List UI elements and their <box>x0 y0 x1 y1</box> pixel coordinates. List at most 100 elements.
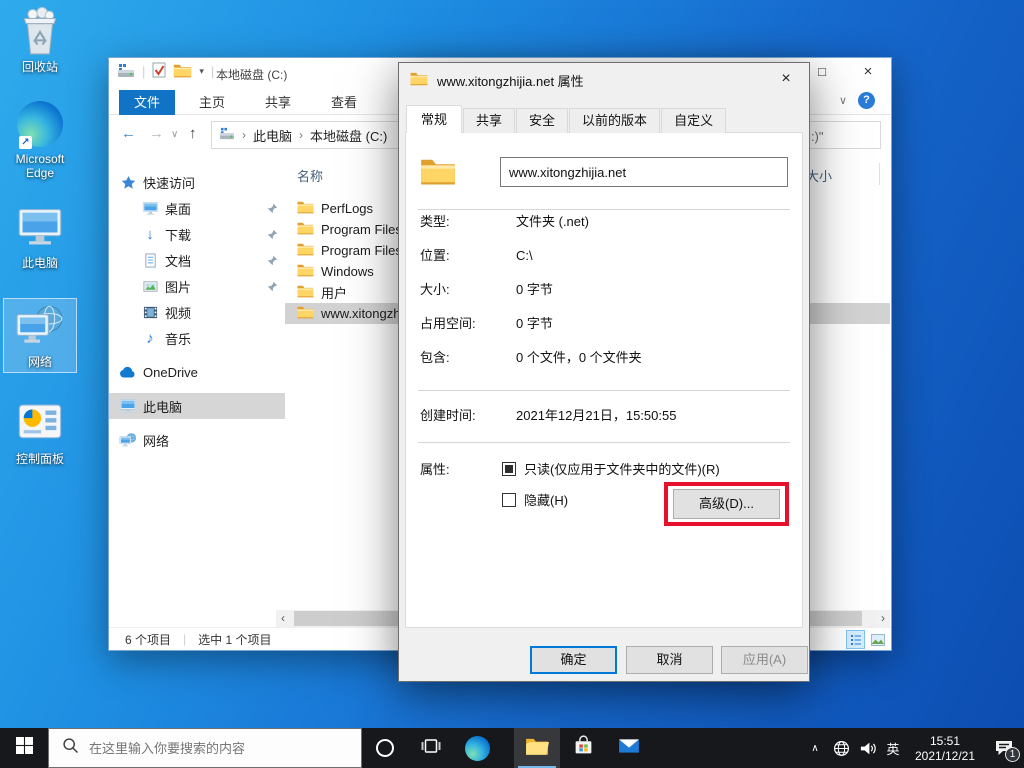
readonly-label: 只读(仅应用于文件夹中的文件)(R) <box>524 462 720 477</box>
desktop-icon-label: 此电脑 <box>21 256 58 270</box>
folder-name-field[interactable] <box>500 157 788 187</box>
download-arrow-icon: ↓ <box>146 225 154 243</box>
taskbar-explorer-button[interactable] <box>514 728 560 768</box>
new-folder-icon[interactable] <box>173 63 192 81</box>
cortana-button[interactable] <box>362 728 408 768</box>
history-dropdown-icon[interactable]: ∨ <box>171 129 178 140</box>
annotation-highlight-box <box>664 482 789 526</box>
close-button[interactable]: × <box>845 58 891 86</box>
scroll-right-icon[interactable]: › <box>881 611 885 626</box>
column-header-name[interactable]: 名称 <box>297 166 323 185</box>
sidebar-item-desktop[interactable]: 桌面 <box>109 195 285 221</box>
tab-view[interactable]: 查看 <box>331 90 357 115</box>
scroll-left-icon[interactable]: ‹ <box>281 611 285 626</box>
taskbar-edge-button[interactable] <box>454 728 500 768</box>
desktop-icon-label: 控制面板 <box>15 452 64 466</box>
breadcrumb-separator: › <box>299 128 304 142</box>
pin-icon <box>267 254 278 269</box>
action-center-button[interactable]: 1 <box>984 728 1024 768</box>
taskbar-mail-button[interactable] <box>606 728 652 768</box>
cortana-icon <box>376 739 394 757</box>
taskbar-search-input[interactable] <box>89 740 329 756</box>
info-row-location: 位置: C:\ <box>420 248 533 263</box>
task-view-button[interactable] <box>408 728 454 768</box>
hidden-checkbox[interactable] <box>502 493 516 507</box>
sidebar-item-this-pc[interactable]: 此电脑 <box>109 393 285 419</box>
cloud-icon <box>119 363 137 381</box>
taskbar-clock[interactable]: 15:51 2021/12/21 <box>906 733 984 764</box>
file-explorer-icon <box>525 736 549 761</box>
selected-count: 选中 1 个项目 <box>198 632 272 647</box>
help-icon[interactable]: ? <box>858 92 875 109</box>
dialog-close-button[interactable]: × <box>764 64 808 94</box>
tab-home[interactable]: 主页 <box>199 90 225 115</box>
info-row-contains: 包含: 0 个文件，0 个文件夹 <box>420 350 642 365</box>
sidebar-item-network[interactable]: 网络 <box>109 427 285 453</box>
sidebar-item-onedrive[interactable]: OneDrive <box>109 359 285 385</box>
details-view-button[interactable] <box>846 630 865 649</box>
sidebar-item-videos[interactable]: 视频 <box>109 299 285 325</box>
tab-security[interactable]: 安全 <box>516 108 569 133</box>
desktop-icon-network[interactable]: 网络 <box>3 298 77 373</box>
toolbar-divider: | <box>142 64 146 79</box>
desktop-icon-this-pc[interactable]: 此电脑 <box>3 200 77 273</box>
tab-sharing[interactable]: 共享 <box>463 108 516 133</box>
mail-icon <box>618 737 640 760</box>
folder-icon <box>297 305 314 322</box>
sidebar-item-documents[interactable]: 文档 <box>109 247 285 273</box>
forward-icon[interactable]: → <box>149 125 164 142</box>
sidebar-item-downloads[interactable]: ↓ 下载 <box>109 221 285 247</box>
info-row-size: 大小: 0 字节 <box>420 282 553 297</box>
windows-logo-icon <box>16 737 33 759</box>
ribbon-collapse-icon[interactable]: ∨ <box>839 94 847 107</box>
taskbar-store-button[interactable] <box>560 728 606 768</box>
up-icon[interactable]: ↑ <box>189 125 197 142</box>
readonly-checkbox[interactable] <box>502 462 516 476</box>
info-row-size-on-disk: 占用空间: 0 字节 <box>420 316 553 331</box>
network-mini-icon <box>119 431 137 449</box>
search-icon <box>62 737 79 759</box>
dialog-titlebar: www.xitongzhijia.net 属性 <box>399 63 809 97</box>
tray-expand-icon[interactable]: ∧ <box>802 728 828 768</box>
tab-file[interactable]: 文件 <box>119 90 175 115</box>
folder-icon <box>297 221 314 238</box>
this-pc-icon <box>16 206 64 251</box>
folder-icon <box>297 200 314 217</box>
sidebar-item-quick-access[interactable]: 快速访问 <box>109 169 285 195</box>
desktop-icon-label: Microsoft Edge <box>15 152 65 180</box>
window-title: 本地磁盘 (C:) <box>216 68 288 82</box>
thumbnail-view-button[interactable] <box>868 630 887 649</box>
taskbar-search[interactable] <box>48 728 362 768</box>
pin-icon <box>267 228 278 243</box>
tab-previous-versions[interactable]: 以前的版本 <box>569 108 661 133</box>
tab-general[interactable]: 常规 <box>406 105 463 133</box>
breadcrumb-this-pc[interactable]: 此电脑 <box>253 126 292 145</box>
clock-time: 15:51 <box>929 733 961 748</box>
volume-icon[interactable] <box>854 728 880 768</box>
sidebar-item-pictures[interactable]: 图片 <box>109 273 285 299</box>
network-status-icon[interactable] <box>828 728 854 768</box>
toolbar-divider: | <box>210 64 215 79</box>
music-note-icon: ♪ <box>146 329 154 347</box>
pin-icon <box>267 202 278 217</box>
drive-icon <box>117 63 135 81</box>
system-tray: ∧ 英 15:51 2021/12/21 1 <box>802 728 1024 768</box>
separator <box>418 390 790 391</box>
cancel-button[interactable]: 取消 <box>626 646 713 674</box>
ok-button[interactable]: 确定 <box>530 646 617 674</box>
ime-indicator[interactable]: 英 <box>880 728 906 768</box>
qat-customize-icon[interactable]: ▾ <box>199 66 204 77</box>
tab-share[interactable]: 共享 <box>265 90 291 115</box>
status-divider: | <box>183 632 187 646</box>
back-icon[interactable]: ← <box>121 125 136 142</box>
properties-icon[interactable] <box>152 62 166 81</box>
breadcrumb-local-disk[interactable]: 本地磁盘 (C:) <box>310 126 387 145</box>
navigation-pane: 快速访问 桌面 ↓ 下载 文档 图片 视频 ♪ 音乐 OneDrive 此电脑 … <box>109 155 285 627</box>
desktop-icon-edge[interactable]: ↗ Microsoft Edge <box>3 96 77 183</box>
desktop-icon-recycle-bin[interactable]: 回收站 <box>3 4 77 77</box>
start-button[interactable] <box>0 728 48 768</box>
apply-button[interactable]: 应用(A) <box>721 646 808 674</box>
desktop-icon-control-panel[interactable]: 控制面板 <box>3 396 77 469</box>
sidebar-item-music[interactable]: ♪ 音乐 <box>109 325 285 351</box>
tab-customize[interactable]: 自定义 <box>661 108 727 133</box>
